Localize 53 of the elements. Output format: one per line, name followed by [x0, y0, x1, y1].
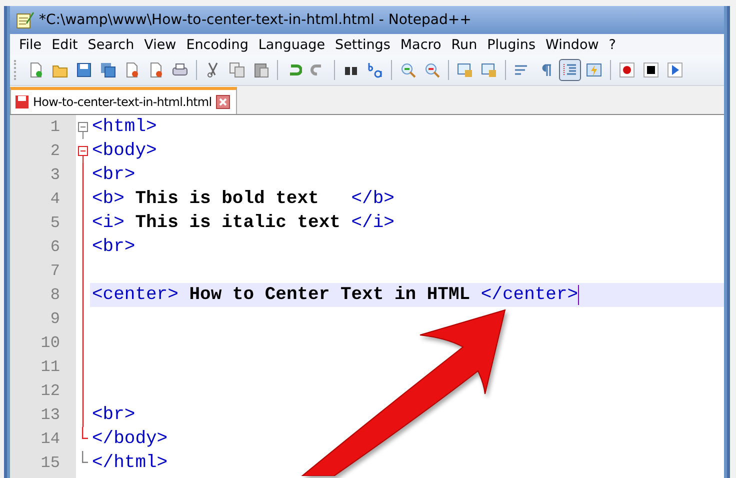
code-text: How to Center Text in HTML [188, 285, 472, 305]
window-title: *C:\wamp\www\How-to-center-text-in-html.html - Notepad++ [39, 12, 472, 28]
menu-item[interactable]: Edit [46, 37, 83, 53]
file-tab[interactable]: How-to-center-text-in-html.html [10, 87, 237, 114]
line-number: 3 [49, 166, 61, 184]
menu-item[interactable]: Plugins [482, 37, 541, 53]
html-tag: </center> [480, 285, 578, 305]
fold-end-line [82, 451, 88, 463]
html-tag: </body> [92, 429, 168, 449]
menu-item[interactable]: Run [446, 37, 482, 53]
menu-item[interactable]: Search [82, 37, 140, 53]
line-number: 1 [49, 118, 61, 136]
line-number: 6 [49, 238, 61, 256]
code-editor[interactable]: 1 <html> 2 <body> 3 <br> 4 <b> This is bold text </b> 5 <i> This is italic text </i> 6 <br> 7 8 <center> How to Center Text in HTML </center> 9 10 11 12 13 <br> 14 </body> 15 </html> [10, 114, 724, 478]
menu-item[interactable]: View [139, 37, 182, 53]
html-tag: <center> [92, 285, 178, 305]
menu-item[interactable]: Settings [330, 37, 396, 53]
fold-end-line [82, 427, 88, 439]
line-number: 7 [49, 262, 61, 280]
html-tag: </b> [351, 189, 394, 209]
notepad-icon [16, 11, 34, 29]
html-tag: <body> [92, 141, 157, 161]
text-cursor [578, 285, 580, 305]
line-number: 4 [49, 190, 61, 208]
menu-item[interactable]: Language [253, 37, 330, 53]
menu-item[interactable]: Macro [395, 37, 446, 53]
menu-item[interactable]: Window [540, 37, 604, 53]
html-tag: <br> [92, 165, 136, 185]
line-number: 14 [40, 430, 61, 448]
html-tag: <i> [92, 213, 124, 233]
menu-item[interactable]: ? [604, 37, 621, 53]
html-tag: <br> [92, 405, 136, 425]
line-number: 12 [40, 382, 61, 400]
line-number: 5 [49, 214, 61, 232]
line-number: 10 [40, 334, 61, 352]
line-number: 13 [40, 406, 61, 424]
html-tag: <html> [92, 117, 157, 137]
line-number: 15 [40, 454, 61, 472]
html-tag: <br> [92, 237, 136, 257]
line-number: 9 [49, 310, 61, 328]
line-number: 8 [49, 286, 61, 304]
line-number: 2 [49, 142, 61, 160]
menu-item[interactable]: File [14, 37, 47, 53]
menu-item[interactable]: Encoding [181, 37, 254, 53]
close-icon[interactable] [216, 95, 230, 109]
fold-toggle-icon[interactable] [78, 122, 88, 139]
code-text: This is italic text [134, 213, 342, 233]
line-number: 11 [40, 358, 61, 376]
html-tag: </i> [351, 213, 394, 233]
html-tag: </html> [92, 453, 168, 473]
code-text: This is bold text [134, 189, 320, 209]
fold-toggle-icon[interactable] [78, 146, 88, 163]
html-tag: <b> [92, 189, 124, 209]
